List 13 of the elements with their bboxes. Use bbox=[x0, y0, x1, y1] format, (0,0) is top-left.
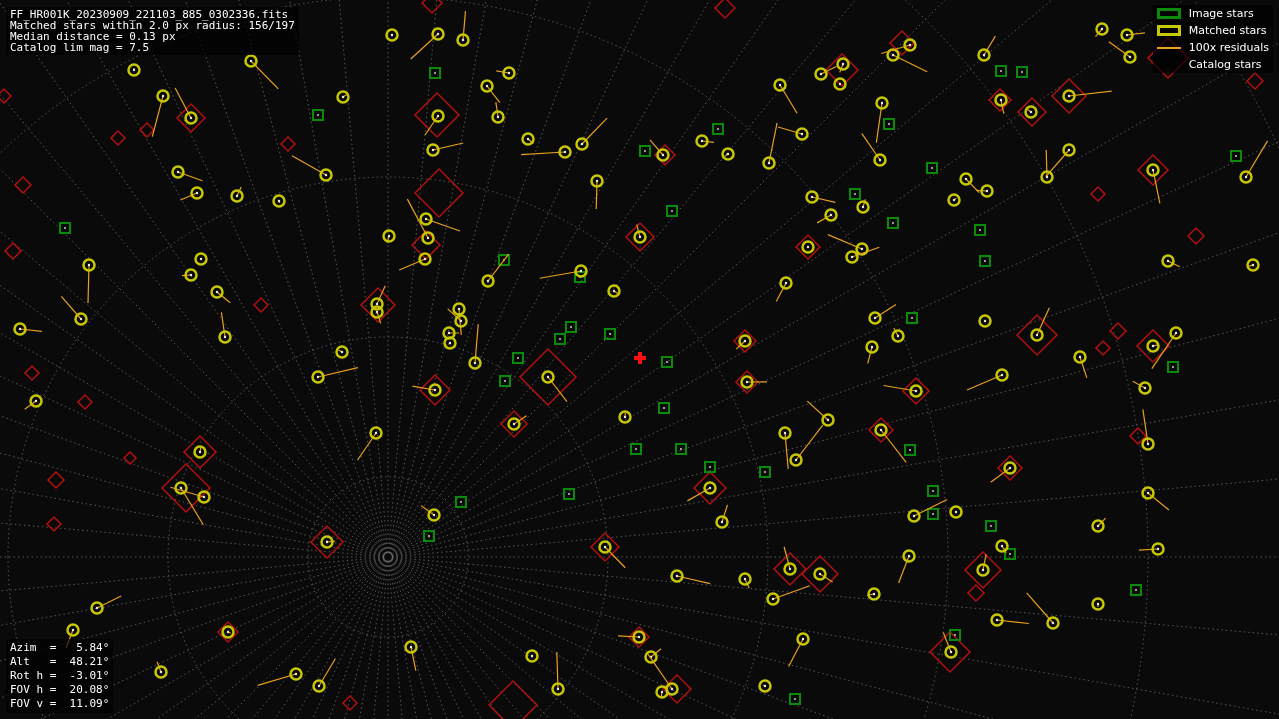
legend-label: Catalog stars bbox=[1188, 58, 1262, 71]
legend-label: Matched stars bbox=[1188, 24, 1267, 37]
info-text: FF_HR001K_20230909_221103_885_0302336.fits bbox=[10, 9, 290, 20]
pointing-text: Azim = 5.84° bbox=[10, 641, 110, 655]
legend-label: Image stars bbox=[1188, 7, 1254, 20]
info-text: Median distance = 0.13 px bbox=[10, 31, 176, 42]
legend-label: 100x residuals bbox=[1188, 41, 1269, 54]
pointing-text: FOV v = 11.09° bbox=[10, 697, 110, 711]
info-text: Catalog lim mag = 7.5 bbox=[10, 42, 151, 53]
pointing-text: Rot h = -3.01° bbox=[10, 669, 110, 683]
pointing-text: Alt = 48.21° bbox=[10, 655, 110, 669]
pointing-text: FOV h = 20.08° bbox=[10, 683, 110, 697]
info-text: Matched stars within 2.0 px radius: 156/197 bbox=[10, 20, 295, 31]
